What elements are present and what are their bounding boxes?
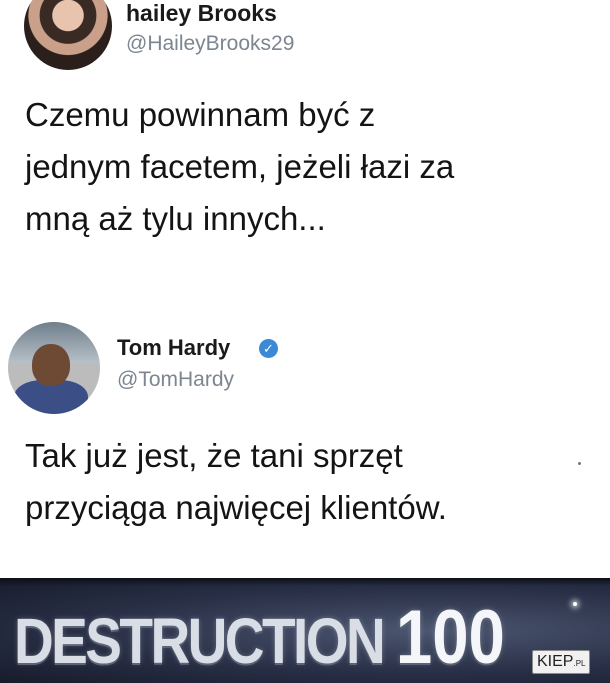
tweet-text-line: Tak już jest, że tani sprzęt bbox=[25, 437, 403, 474]
user-handle[interactable]: @TomHardy bbox=[117, 368, 234, 392]
tweet-text-line: jednym facetem, jeżeli łazi za bbox=[25, 148, 455, 185]
watermark-brand: KIEP bbox=[537, 653, 574, 670]
tweet-text-line: mną aż tylu innych... bbox=[25, 200, 326, 237]
watermark-suffix: .PL bbox=[573, 659, 586, 668]
stray-dot bbox=[578, 462, 581, 465]
banner-word: DESTRUCTION bbox=[14, 605, 386, 677]
banner-number: 100 bbox=[395, 595, 505, 680]
banner-shadow bbox=[0, 578, 610, 586]
banner-text: DESTRUCTION 100 bbox=[14, 594, 505, 681]
avatar-head bbox=[32, 344, 70, 386]
destruction-banner: DESTRUCTION 100 bbox=[0, 578, 610, 683]
watermark-logo: KIEP.PL bbox=[532, 650, 591, 674]
sparkle-icon bbox=[573, 602, 577, 606]
tweet-text: Czemu powinnam być z jednym facetem, jeż… bbox=[25, 89, 454, 245]
avatar[interactable] bbox=[24, 0, 112, 70]
tweet-text: Tak już jest, że tani sprzęt przyciąga n… bbox=[25, 430, 447, 534]
tweet-text-line: przyciąga najwięcej klientów. bbox=[25, 489, 447, 526]
tweet-text-line: Czemu powinnam być z bbox=[25, 96, 376, 133]
user-name[interactable]: hailey Brooks bbox=[126, 0, 277, 27]
user-name[interactable]: Tom Hardy bbox=[117, 335, 230, 361]
tweet-tom-hardy: Tom Hardy ✓ @TomHardy Tak już jest, że t… bbox=[0, 300, 610, 578]
user-handle[interactable]: @HaileyBrooks29 bbox=[126, 32, 294, 56]
avatar[interactable] bbox=[8, 322, 100, 414]
tweet-hailey: hailey Brooks @HaileyBrooks29 Czemu powi… bbox=[0, 0, 610, 300]
verified-badge-icon: ✓ bbox=[259, 339, 278, 358]
